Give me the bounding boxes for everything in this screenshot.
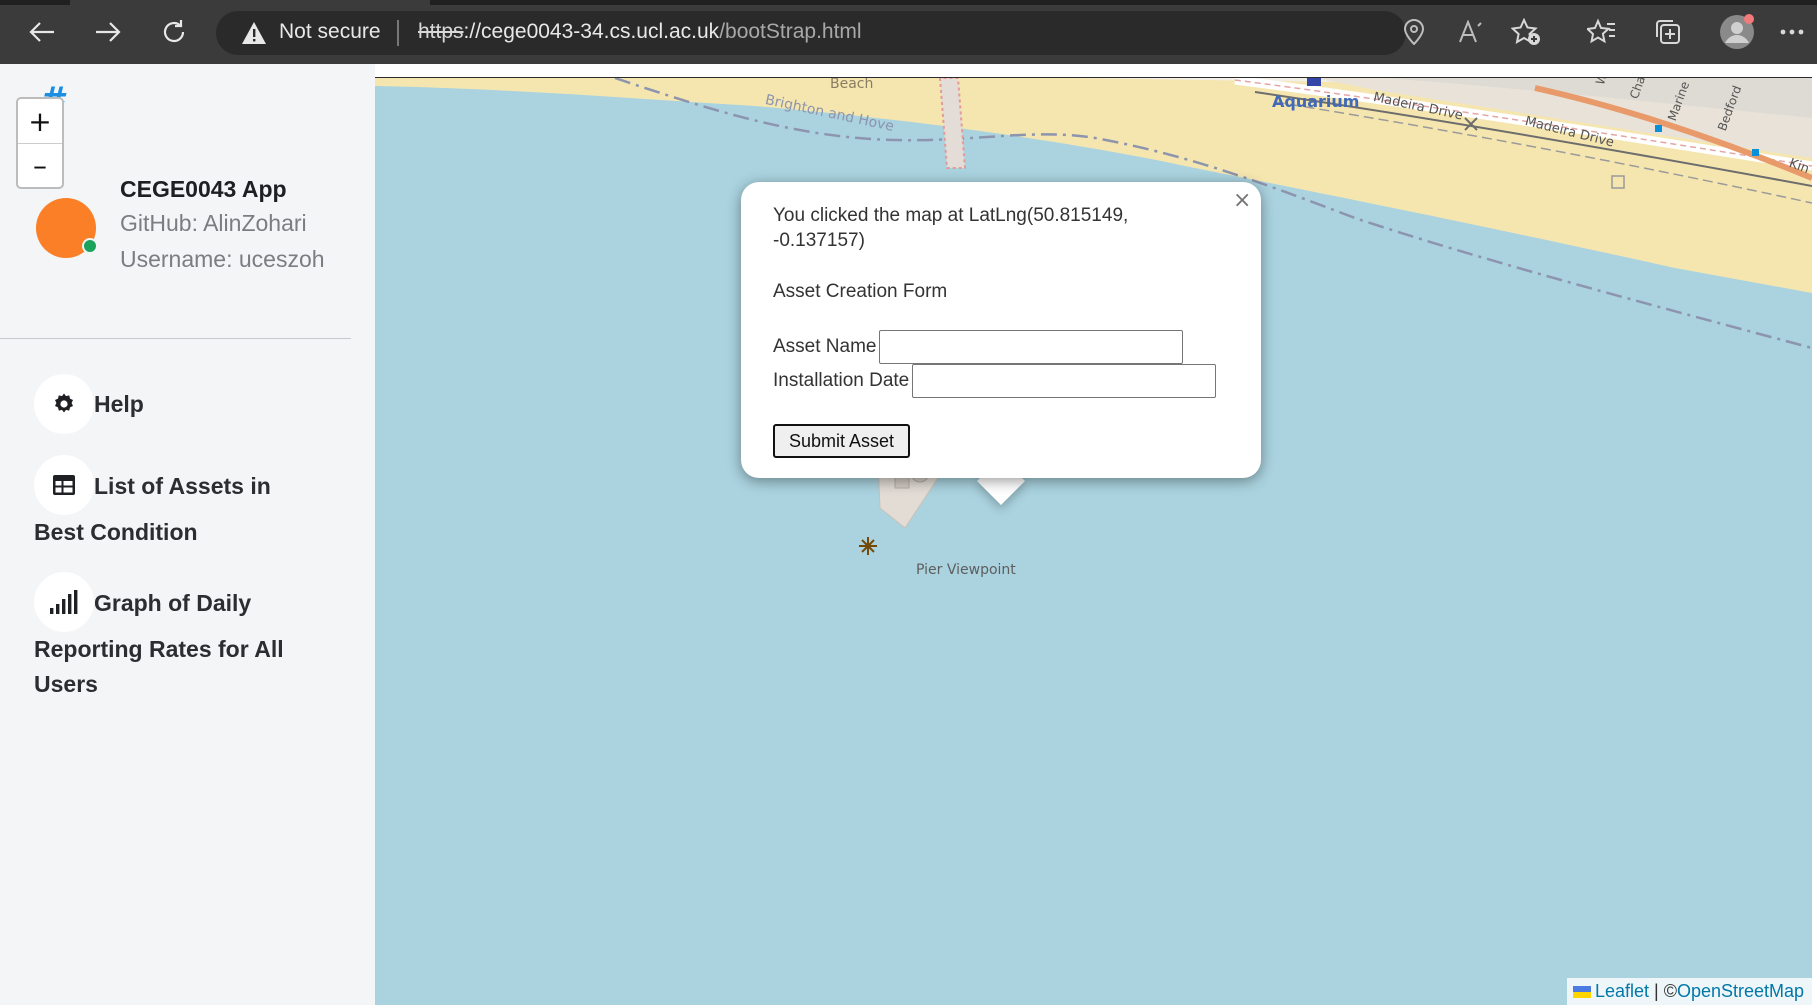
clicked-location-line1: You clicked the map at LatLng(50.815149,	[773, 205, 1129, 226]
menu-item-graph-line2[interactable]: Reporting Rates for All	[34, 631, 284, 667]
security-label[interactable]: Not secure	[279, 20, 381, 44]
close-icon[interactable]: ×	[1233, 188, 1251, 213]
gear-icon[interactable]	[34, 374, 94, 434]
github-label: GitHub: AlinZohari	[120, 210, 307, 236]
zoom-control: + –	[16, 97, 64, 189]
map-attribution: Leaflet | ©OpenStreetMap	[1567, 978, 1812, 1005]
avatar	[36, 198, 98, 258]
zoom-in-button[interactable]: +	[18, 99, 62, 143]
menu-item-assets-line1[interactable]: List of Assets in	[94, 468, 271, 504]
read-aloud-icon[interactable]	[1456, 17, 1486, 47]
profile-icon[interactable]	[1719, 14, 1755, 50]
map-label-pier-viewpoint: Pier Viewpoint	[916, 562, 1016, 578]
url-scheme: https	[418, 20, 464, 43]
signal-bars-icon[interactable]	[34, 572, 94, 632]
tab-strip	[0, 0, 1817, 5]
asset-name-input[interactable]	[879, 330, 1183, 364]
collections-icon[interactable]	[1653, 17, 1683, 47]
favorites-icon[interactable]	[1587, 17, 1617, 47]
refresh-icon[interactable]	[156, 14, 192, 50]
url-text[interactable]: https://cege0043-34.cs.ucl.ac.uk/bootStr…	[418, 20, 862, 44]
online-status-dot	[82, 238, 98, 254]
forward-arrow-icon[interactable]	[90, 14, 126, 50]
browser-toolbar: Not secure https://cege0043-34.cs.ucl.ac…	[0, 0, 1817, 64]
map-label-beach: Beach	[830, 78, 874, 92]
table-icon[interactable]	[34, 455, 94, 515]
app-title: CEGE0043 App	[120, 176, 287, 202]
viewpoint-marker-icon	[859, 537, 877, 555]
attribution-separator: | ©	[1649, 981, 1677, 1001]
installation-date-label: Installation Date	[773, 370, 910, 391]
sidebar-divider	[0, 338, 351, 339]
leaflet-link[interactable]: Leaflet	[1595, 981, 1649, 1001]
osm-link[interactable]: OpenStreetMap	[1677, 981, 1804, 1001]
menu-item-assets-line2[interactable]: Best Condition	[34, 514, 198, 550]
username-label: Username: uceszoh	[120, 246, 325, 272]
menu-item-graph-line1[interactable]: Graph of Daily	[94, 585, 251, 621]
submit-asset-button[interactable]: Submit Asset	[773, 424, 910, 458]
more-icon[interactable]	[1777, 17, 1807, 47]
warning-icon[interactable]	[241, 21, 267, 45]
active-tab[interactable]	[70, 0, 430, 5]
url-path: /bootStrap.html	[719, 20, 862, 43]
clicked-location-line2: -0.137157)	[773, 230, 865, 251]
url-host: ://cege0043-34.cs.ucl.ac.uk	[463, 20, 720, 43]
address-divider	[397, 20, 399, 46]
map-label-aquarium: Aquarium	[1272, 92, 1360, 111]
installation-date-input[interactable]	[912, 364, 1216, 398]
menu-item-graph-line3[interactable]: Users	[34, 666, 98, 702]
form-title: Asset Creation Form	[773, 281, 948, 302]
asset-name-label: Asset Name	[773, 336, 877, 357]
zoom-out-button[interactable]: –	[18, 143, 62, 187]
back-arrow-icon[interactable]	[24, 14, 60, 50]
location-icon[interactable]	[1399, 17, 1429, 47]
ukraine-flag-icon	[1573, 986, 1591, 998]
add-favorite-icon[interactable]	[1511, 17, 1541, 47]
menu-item-help[interactable]: Help	[94, 386, 144, 422]
